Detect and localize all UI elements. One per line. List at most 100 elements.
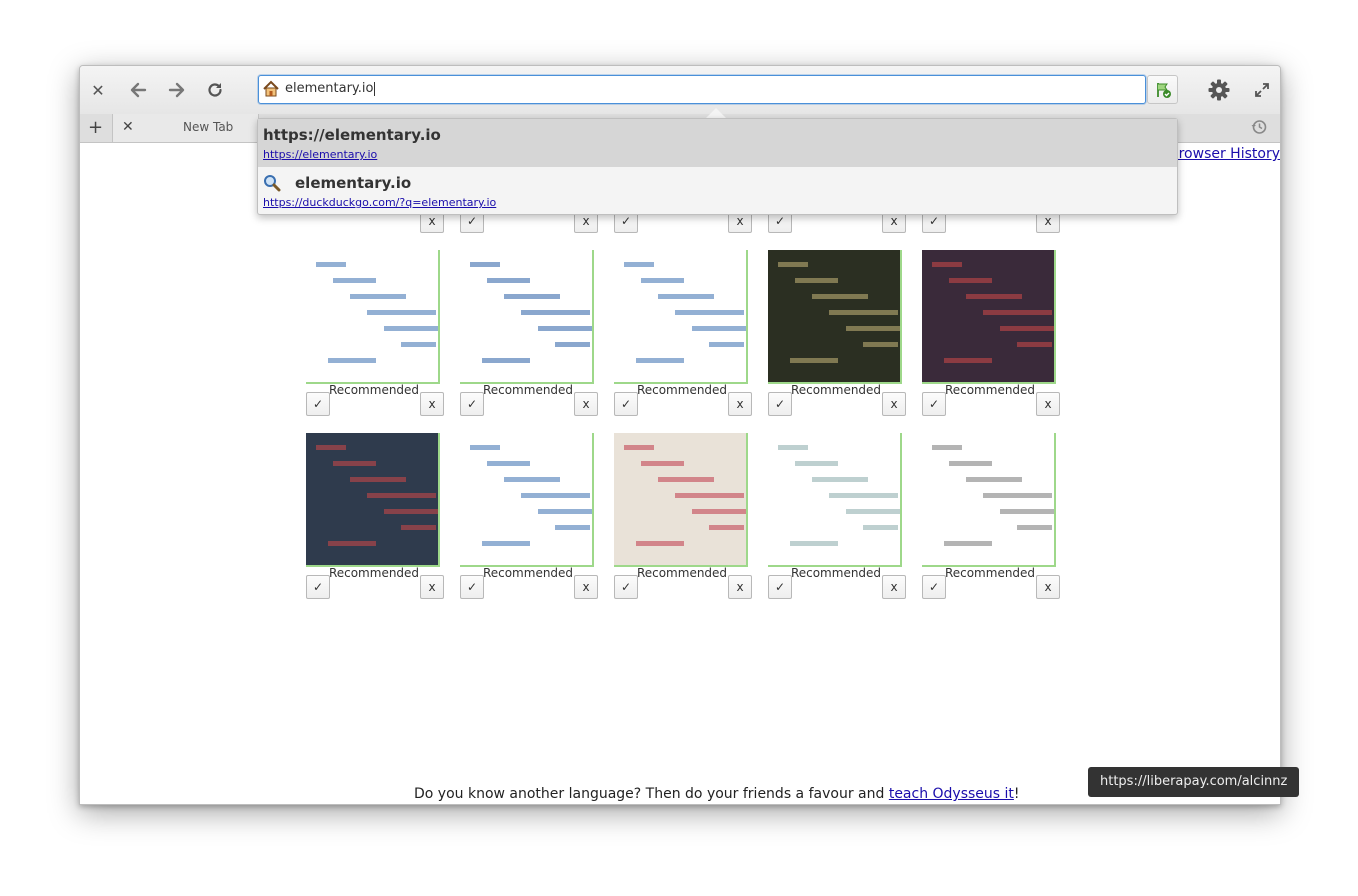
tile-thumbnail[interactable] bbox=[614, 250, 748, 384]
tile-thumbnail[interactable] bbox=[460, 250, 594, 384]
thumbnail-detail bbox=[384, 326, 438, 331]
tile-card: ✓Recommendedx bbox=[614, 250, 768, 430]
history-button[interactable] bbox=[1250, 118, 1268, 140]
tile-accept-button[interactable]: ✓ bbox=[460, 575, 484, 599]
thumbnail-detail bbox=[863, 342, 898, 347]
tile-accept-button[interactable]: ✓ bbox=[922, 392, 946, 416]
browser-history-link[interactable]: Browser History bbox=[1169, 146, 1280, 162]
thumbnail-detail bbox=[470, 262, 500, 267]
sidebar-toggle-button[interactable] bbox=[1147, 75, 1178, 104]
thumbnail-detail bbox=[812, 477, 868, 482]
thumbnail-detail bbox=[983, 493, 1052, 498]
tab-new-tab[interactable]: ✕ New Tab bbox=[112, 114, 259, 142]
tile-remove-button[interactable]: x bbox=[882, 575, 906, 599]
thumbnail-detail bbox=[778, 262, 808, 267]
thumbnail-detail bbox=[1000, 326, 1054, 331]
teach-odysseus-link[interactable]: teach Odysseus it bbox=[889, 786, 1014, 802]
tile-remove-button[interactable]: x bbox=[420, 392, 444, 416]
tile-thumbnail[interactable] bbox=[768, 250, 902, 384]
thumbnail-detail bbox=[555, 342, 590, 347]
address-bar[interactable]: elementary.io bbox=[258, 75, 1146, 104]
suggestion-title[interactable]: elementary.io bbox=[295, 174, 411, 192]
search-icon bbox=[264, 175, 281, 192]
suggestion-title[interactable]: https://elementary.io bbox=[263, 126, 441, 144]
tile-remove-button[interactable]: x bbox=[574, 575, 598, 599]
tile-thumbnail[interactable] bbox=[306, 433, 440, 567]
thumbnail-detail bbox=[778, 445, 808, 450]
thumbnail-detail bbox=[401, 342, 436, 347]
fullscreen-button[interactable] bbox=[1250, 78, 1274, 102]
tile-label: Recommended bbox=[328, 383, 420, 397]
thumbnail-detail bbox=[829, 493, 898, 498]
tile-remove-button[interactable]: x bbox=[574, 392, 598, 416]
close-window-button[interactable]: ✕ bbox=[86, 78, 110, 102]
thumbnail-detail bbox=[328, 358, 376, 363]
reload-button[interactable] bbox=[203, 78, 227, 102]
thumbnail-detail bbox=[641, 278, 684, 283]
thumbnail-detail bbox=[350, 477, 406, 482]
back-button[interactable] bbox=[126, 78, 150, 102]
thumbnail-detail bbox=[624, 445, 654, 450]
thumbnail-detail bbox=[504, 294, 560, 299]
tile-thumbnail[interactable] bbox=[768, 433, 902, 567]
thumbnail-detail bbox=[521, 493, 590, 498]
tile-accept-button[interactable]: ✓ bbox=[460, 392, 484, 416]
fullscreen-icon bbox=[1255, 83, 1269, 97]
tile-accept-button[interactable]: ✓ bbox=[306, 392, 330, 416]
close-tab-button[interactable]: ✕ bbox=[122, 119, 134, 135]
thumbnail-detail bbox=[328, 541, 376, 546]
thumbnail-detail bbox=[538, 509, 592, 514]
tile-accept-button[interactable]: ✓ bbox=[922, 575, 946, 599]
thumbnail-detail bbox=[538, 326, 592, 331]
close-icon: ✕ bbox=[91, 80, 105, 100]
thumbnail-detail bbox=[949, 461, 992, 466]
thumbnail-detail bbox=[316, 445, 346, 450]
thumbnail-detail bbox=[829, 310, 898, 315]
tile-accept-button[interactable]: ✓ bbox=[614, 575, 638, 599]
thumbnail-detail bbox=[487, 278, 530, 283]
thumbnail-detail bbox=[504, 477, 560, 482]
tile-remove-button[interactable]: x bbox=[1036, 575, 1060, 599]
tile-accept-button[interactable]: ✓ bbox=[768, 392, 792, 416]
tile-thumbnail[interactable] bbox=[306, 250, 440, 384]
footer-text-end: ! bbox=[1013, 786, 1020, 802]
thumbnail-detail bbox=[795, 461, 838, 466]
autocomplete-dropdown: https://elementary.io https://elementary… bbox=[257, 118, 1178, 215]
tile-label: Recommended bbox=[944, 566, 1036, 580]
tile-remove-button[interactable]: x bbox=[420, 575, 444, 599]
thumbnail-detail bbox=[790, 541, 838, 546]
thumbnail-detail bbox=[983, 310, 1052, 315]
forward-button[interactable] bbox=[165, 78, 189, 102]
tile-remove-button[interactable]: x bbox=[882, 392, 906, 416]
thumbnail-detail bbox=[675, 310, 744, 315]
tile-label: Recommended bbox=[790, 383, 882, 397]
tile-accept-button[interactable]: ✓ bbox=[768, 575, 792, 599]
tile-thumbnail[interactable] bbox=[614, 433, 748, 567]
suggestion-url[interactable]: https://elementary.io bbox=[263, 148, 377, 161]
thumbnail-detail bbox=[944, 541, 992, 546]
tile-remove-button[interactable]: x bbox=[1036, 392, 1060, 416]
tile-remove-button[interactable]: x bbox=[728, 575, 752, 599]
thumbnail-detail bbox=[675, 493, 744, 498]
tile-accept-button[interactable]: ✓ bbox=[614, 392, 638, 416]
thumbnail-detail bbox=[482, 358, 530, 363]
tile-label: Recommended bbox=[944, 383, 1036, 397]
thumbnail-detail bbox=[487, 461, 530, 466]
settings-button[interactable] bbox=[1207, 78, 1231, 102]
tile-accept-button[interactable]: ✓ bbox=[306, 575, 330, 599]
thumbnail-detail bbox=[641, 461, 684, 466]
thumbnail-detail bbox=[636, 358, 684, 363]
new-tab-button[interactable]: + bbox=[88, 117, 103, 138]
thumbnail-detail bbox=[932, 445, 962, 450]
thumbnail-detail bbox=[384, 509, 438, 514]
tile-thumbnail[interactable] bbox=[460, 433, 594, 567]
footer-message: Do you know another language? Then do yo… bbox=[414, 786, 1020, 802]
thumbnail-detail bbox=[333, 461, 376, 466]
thumbnail-detail bbox=[966, 294, 1022, 299]
suggestion-url[interactable]: https://duckduckgo.com/?q=elementary.io bbox=[263, 196, 496, 209]
gear-icon bbox=[1208, 79, 1230, 101]
tile-thumbnail[interactable] bbox=[922, 250, 1056, 384]
tile-remove-button[interactable]: x bbox=[728, 392, 752, 416]
tile-thumbnail[interactable] bbox=[922, 433, 1056, 567]
thumbnail-detail bbox=[795, 278, 838, 283]
